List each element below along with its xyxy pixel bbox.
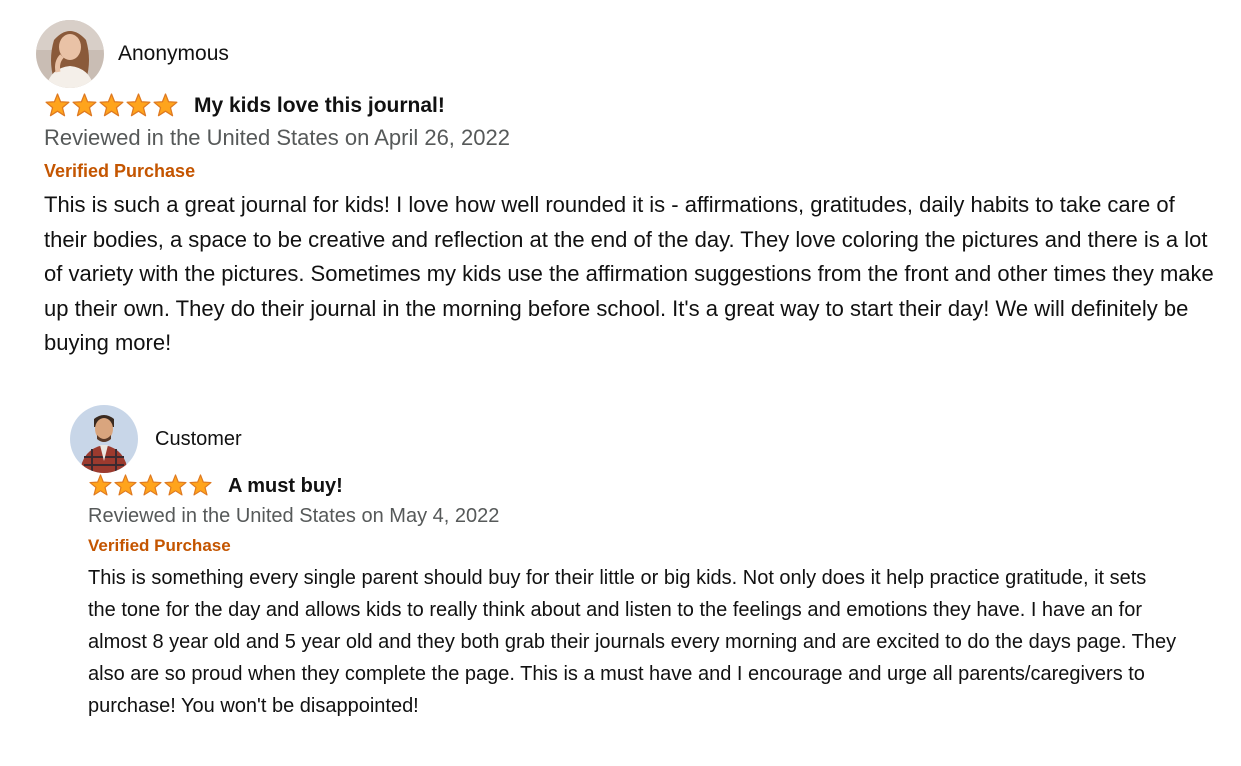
star-icon	[189, 474, 212, 496]
star-icon	[153, 93, 178, 117]
review-body: This is such a great journal for kids! I…	[44, 192, 1214, 355]
verified-purchase-badge: Verified Purchase	[44, 161, 196, 181]
verified-purchase-badge: Verified Purchase	[88, 536, 231, 555]
reviewer-profile[interactable]: Customer	[70, 405, 1190, 473]
star-rating[interactable]	[44, 93, 179, 119]
review-card-2: Customer A must buy! Reviewed in the Uni…	[70, 405, 1190, 722]
reviewer-name[interactable]: Anonymous	[118, 42, 229, 66]
star-icon	[126, 93, 151, 117]
woman-avatar-icon	[36, 20, 104, 88]
star-icon	[99, 93, 124, 117]
reviewer-avatar[interactable]	[70, 405, 138, 473]
review-title[interactable]: My kids love this journal!	[194, 94, 445, 118]
star-icon	[89, 474, 112, 496]
reviewer-profile[interactable]: Anonymous	[36, 20, 1216, 88]
star-icon	[114, 474, 137, 496]
review-title[interactable]: A must buy!	[228, 475, 343, 498]
reviewer-avatar[interactable]	[36, 20, 104, 88]
star-icon	[164, 474, 187, 496]
reviewer-name[interactable]: Customer	[155, 428, 242, 451]
star-icon	[45, 93, 70, 117]
review-date: Reviewed in the United States on April 2…	[44, 125, 510, 150]
man-avatar-icon	[70, 405, 138, 473]
rating-title-row: A must buy!	[88, 474, 1190, 498]
review-date: Reviewed in the United States on May 4, …	[88, 505, 500, 527]
star-icon	[139, 474, 162, 496]
review-body: This is something every single parent sh…	[88, 567, 1177, 717]
star-rating[interactable]	[88, 474, 213, 498]
star-icon	[72, 93, 97, 117]
review-card-1: Anonymous My kids love this journal! Rev…	[36, 20, 1216, 361]
rating-title-row: My kids love this journal!	[44, 93, 1216, 119]
